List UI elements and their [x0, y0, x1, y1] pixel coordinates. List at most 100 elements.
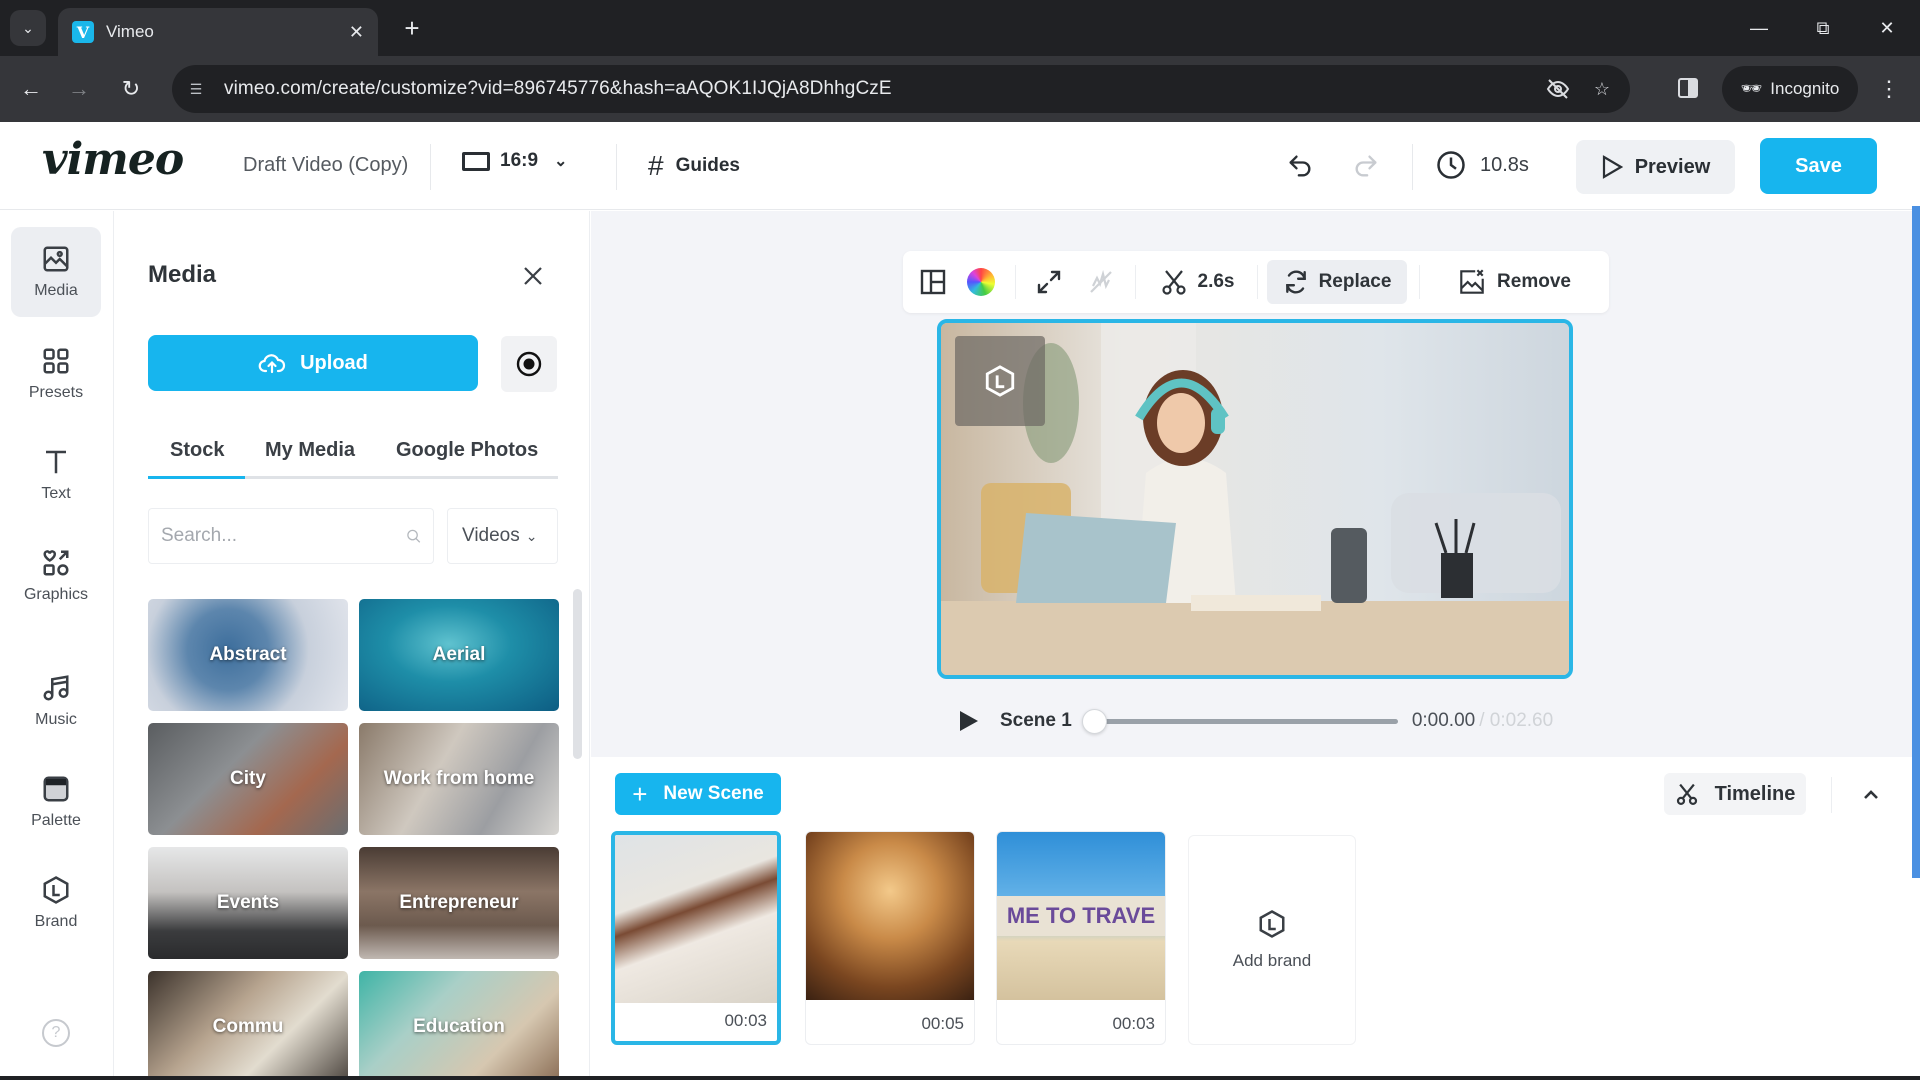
media-type-select[interactable]: Videos ⌄: [447, 508, 558, 564]
bookmark-star-icon[interactable]: ☆: [1586, 73, 1618, 105]
minimize-button[interactable]: —: [1736, 10, 1782, 46]
plus-icon: +: [632, 778, 648, 809]
upload-button[interactable]: Upload: [148, 335, 478, 391]
remove-button[interactable]: Remove: [1431, 260, 1597, 304]
brand-logo-placeholder[interactable]: [955, 336, 1045, 426]
category-tile-abstract[interactable]: Abstract: [148, 599, 348, 711]
tab-google-photos[interactable]: Google Photos: [396, 439, 538, 462]
category-tile-aerial[interactable]: Aerial: [359, 599, 559, 711]
record-button[interactable]: [501, 336, 557, 392]
category-tile-city[interactable]: City: [148, 723, 348, 835]
replace-button[interactable]: Replace: [1267, 260, 1407, 304]
play-icon[interactable]: [956, 709, 980, 733]
collapse-strip-button[interactable]: [1853, 777, 1889, 813]
reload-button[interactable]: ↻: [114, 72, 148, 106]
address-bar[interactable]: ☰ vimeo.com/create/customize?vid=8967457…: [172, 65, 1630, 113]
timeline-button[interactable]: Timeline: [1664, 773, 1806, 815]
rail-item-brand[interactable]: Brand: [11, 858, 101, 948]
category-label: City: [230, 768, 266, 789]
mute-audio-button[interactable]: [1079, 260, 1123, 304]
scrub-track[interactable]: [1081, 708, 1398, 734]
scene-card[interactable]: ME TO TRAVE 00:03: [996, 831, 1166, 1045]
tab-title: Vimeo: [106, 22, 154, 41]
browser-tab[interactable]: V Vimeo ✕: [58, 8, 378, 56]
tab-search-button[interactable]: ⌄: [10, 10, 46, 46]
search-input[interactable]: [161, 525, 406, 547]
image-remove-icon: [1460, 269, 1484, 294]
rail-item-music[interactable]: Music: [11, 656, 101, 746]
close-window-button[interactable]: ✕: [1864, 10, 1910, 46]
incognito-badge[interactable]: 🕶 Incognito: [1722, 66, 1858, 112]
redo-button[interactable]: [1346, 146, 1386, 186]
active-tab-indicator: [148, 476, 245, 479]
color-filter-button[interactable]: [959, 260, 1003, 304]
guides-button[interactable]: # Guides: [648, 150, 740, 182]
scrub-handle[interactable]: [1081, 708, 1107, 734]
current-time: 0:00.00: [1411, 710, 1476, 731]
site-settings-icon[interactable]: ☰: [182, 75, 210, 103]
remove-label: Remove: [1497, 271, 1571, 292]
preview-button[interactable]: Preview: [1576, 140, 1735, 194]
new-tab-button[interactable]: +: [396, 12, 428, 44]
category-label: Entrepreneur: [399, 892, 519, 913]
close-panel-button[interactable]: [518, 261, 548, 291]
vimeo-logo[interactable]: vimeo: [42, 134, 184, 185]
cloud-upload-icon: [258, 354, 286, 374]
category-tile-education[interactable]: Education: [359, 971, 559, 1080]
restore-button[interactable]: ⧉: [1800, 10, 1846, 46]
category-tile-entrepreneur[interactable]: Entrepreneur: [359, 847, 559, 959]
document-title[interactable]: Draft Video (Copy): [243, 154, 408, 177]
rail-item-palette[interactable]: Palette: [11, 757, 101, 847]
rail-item-graphics[interactable]: Graphics: [11, 531, 101, 621]
category-label: Education: [413, 1016, 505, 1037]
undo-button[interactable]: [1280, 146, 1320, 186]
scene-duration: 00:05: [921, 1014, 964, 1033]
rail-label: Graphics: [23, 586, 89, 603]
scene-card[interactable]: 00:03: [611, 831, 781, 1045]
stock-search-field[interactable]: [148, 508, 434, 564]
scene-label: Scene 1: [1000, 710, 1072, 731]
media-type-value: Videos: [462, 525, 520, 546]
eye-off-icon[interactable]: [1542, 73, 1574, 105]
category-tile-community[interactable]: Commu: [148, 971, 348, 1080]
category-tile-events[interactable]: Events: [148, 847, 348, 959]
category-label: Abstract: [209, 644, 287, 665]
divider: [430, 144, 431, 190]
scene-preview[interactable]: [937, 319, 1573, 679]
new-scene-button[interactable]: + New Scene: [615, 773, 781, 815]
close-tab-icon[interactable]: ✕: [349, 22, 364, 43]
browser-menu-icon[interactable]: ⋮: [1876, 72, 1902, 106]
rail-item-text[interactable]: Text: [11, 430, 101, 520]
fit-fill-button[interactable]: [1027, 260, 1071, 304]
side-panel-icon[interactable]: [1674, 73, 1702, 103]
layout-button[interactable]: [911, 260, 955, 304]
rail-item-media[interactable]: Media: [11, 227, 101, 317]
tab-my-media[interactable]: My Media: [265, 439, 355, 462]
category-tile-work-from-home[interactable]: Work from home: [359, 723, 559, 835]
clock-icon: [1437, 151, 1465, 179]
chevron-down-icon: ⌄: [554, 153, 568, 170]
scene-card[interactable]: 00:05: [805, 831, 975, 1045]
save-button[interactable]: Save: [1760, 138, 1877, 194]
page-scrollbar[interactable]: [1912, 206, 1920, 878]
add-brand-card[interactable]: Add brand: [1188, 835, 1356, 1045]
back-button[interactable]: ←: [14, 72, 48, 106]
refresh-icon: [1285, 270, 1306, 294]
left-rail: Media Presets Text Graphics Music Palett…: [0, 211, 114, 1080]
trim-button[interactable]: 2.6s: [1147, 260, 1247, 304]
tab-stock[interactable]: Stock: [170, 439, 224, 462]
rail-item-presets[interactable]: Presets: [11, 329, 101, 419]
help-icon[interactable]: ?: [42, 1019, 70, 1047]
url-text[interactable]: vimeo.com/create/customize?vid=896745776…: [224, 78, 1542, 100]
category-label: Commu: [212, 1016, 284, 1037]
app-header: vimeo Draft Video (Copy) 16:9 ⌄ # Guides…: [0, 122, 1920, 210]
divider: [1412, 144, 1413, 190]
stock-category-grid: Abstract Aerial City Work from home Even…: [148, 599, 568, 1080]
forward-button[interactable]: →: [62, 72, 96, 106]
media-panel-scrollbar[interactable]: [573, 589, 582, 759]
aspect-ratio-dropdown[interactable]: 16:9 ⌄: [462, 150, 567, 172]
text-icon: [46, 450, 66, 474]
chevron-down-icon: ⌄: [22, 19, 34, 36]
audio-off-icon: [1090, 269, 1112, 293]
image-icon: [43, 246, 69, 272]
